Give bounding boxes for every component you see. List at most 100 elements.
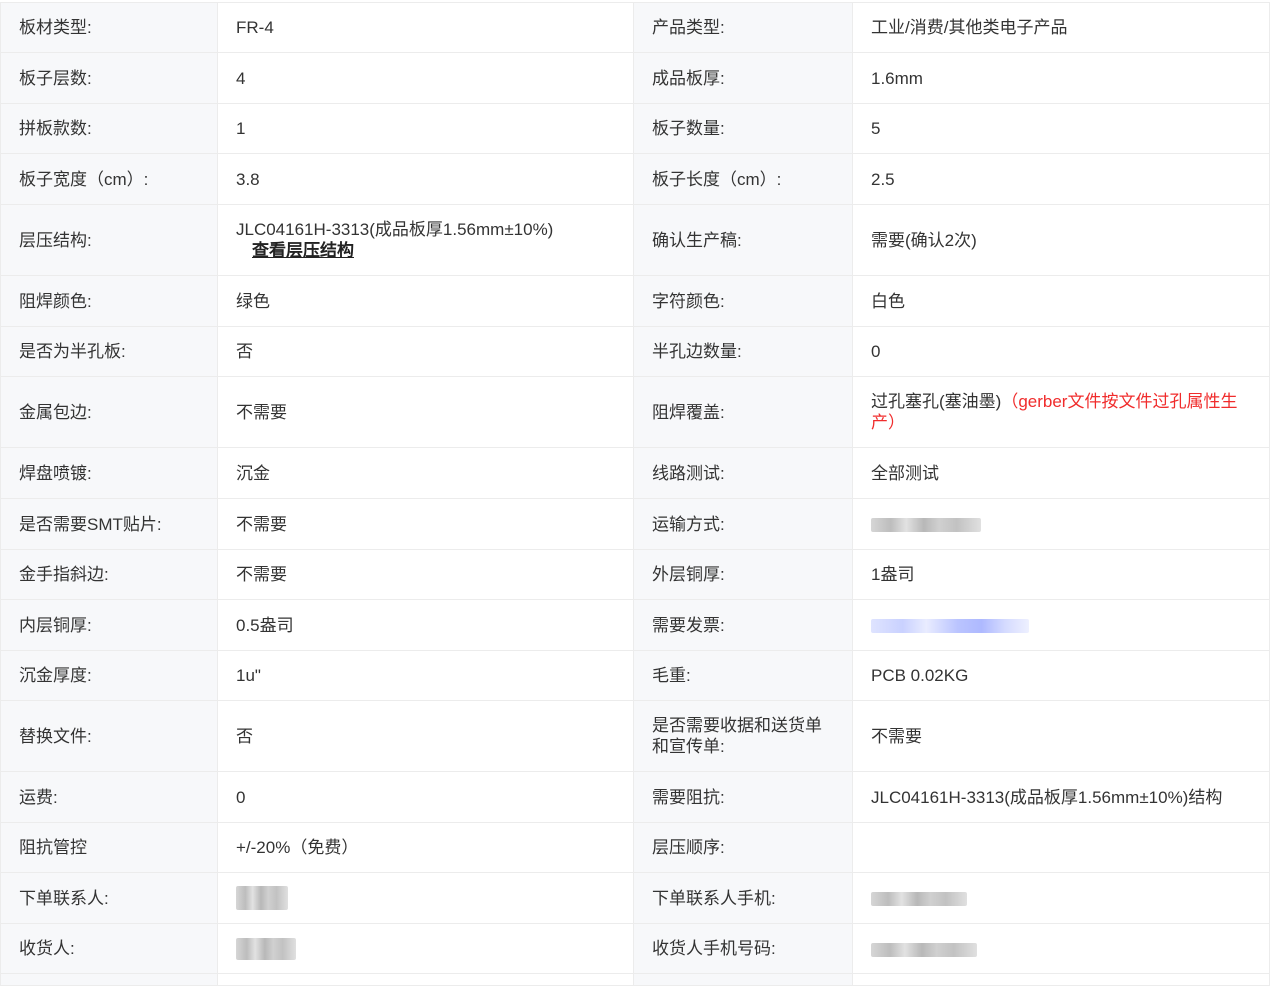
table-row: 阻焊颜色: 绿色 字符颜色: 白色 [0, 275, 1270, 327]
spec-label: 收货人手机号码: [633, 923, 853, 974]
spec-label: 毛重: [633, 650, 853, 701]
spec-value: 4 [217, 52, 634, 104]
spec-label: 是否需要收据和送货单和宣传单: [633, 700, 853, 772]
spec-value: 需要(确认2次) [852, 204, 1270, 276]
spec-value: 0 [217, 771, 634, 823]
spec-value: 1盎司 [852, 549, 1270, 600]
spec-label: 板材类型: [0, 2, 218, 53]
spec-value: 3.8 [217, 153, 634, 205]
spec-label: 字符颜色: [633, 275, 853, 327]
spec-value: 工业/消费/其他类电子产品 [852, 2, 1270, 53]
spec-label: 层压结构: [0, 204, 218, 276]
spec-label: 板子数量: [633, 103, 853, 154]
spec-label: 外层铜厚: [633, 549, 853, 600]
table-row: 是否需要SMT贴片: 不需要 运输方式: [0, 498, 1270, 550]
spec-label: 板子长度（cm）: [633, 153, 853, 205]
table-row: 板材类型: FR-4 产品类型: 工业/消费/其他类电子产品 [0, 2, 1270, 53]
spec-label: 收货人: [0, 923, 218, 974]
spec-label: 产品类型: [633, 2, 853, 53]
spec-label: 层压顺序: [633, 822, 853, 873]
spec-value: JLC04161H-3313(成品板厚1.56mm±10%) 查看层压结构 [217, 204, 634, 276]
redacted-order-contact [236, 886, 288, 910]
solder-mask-cover-value: 过孔塞孔(塞油墨) [871, 392, 1002, 411]
spec-label: 阻焊覆盖: [633, 376, 853, 448]
spec-label: 拼板款数: [0, 103, 218, 154]
redacted-order-contact-phone [871, 892, 967, 907]
spec-label: 确认生产稿: [633, 204, 853, 276]
spec-value: 否 [217, 326, 634, 377]
table-row: 层压结构: JLC04161H-3313(成品板厚1.56mm±10%) 查看层… [0, 204, 1270, 276]
redacted-invoice [871, 619, 1029, 634]
table-row: 阻抗管控 +/-20%（免费） 层压顺序: [0, 822, 1270, 873]
spec-label: 沉金厚度: [0, 650, 218, 701]
spec-label: 板子层数: [0, 52, 218, 104]
spec-label: 焊盘喷镀: [0, 447, 218, 499]
spec-value: 不需要 [852, 700, 1270, 772]
spec-value: 5 [852, 103, 1270, 154]
spec-value: 2.5 [852, 153, 1270, 205]
table-row: 运费: 0 需要阻抗: JLC04161H-3313(成品板厚1.56mm±10… [0, 771, 1270, 823]
spec-value: 1u" [217, 650, 634, 701]
spec-label: 半孔边数量: [633, 326, 853, 377]
spec-label: 阻焊颜色: [0, 275, 218, 327]
spec-label: 金手指斜边: [0, 549, 218, 600]
spec-value: 1.6mm [852, 52, 1270, 104]
spec-value: 0.5盎司 [217, 599, 634, 651]
spec-label: 内层铜厚: [0, 599, 218, 651]
spec-value: 0 [852, 326, 1270, 377]
spec-label: 是否为半孔板: [0, 326, 218, 377]
spec-label: 需要发票: [633, 599, 853, 651]
spec-value: 否 [217, 700, 634, 772]
laminate-structure-value: JLC04161H-3313(成品板厚1.56mm±10%) [236, 220, 554, 239]
table-row: 沉金厚度: 1u" 毛重: PCB 0.02KG [0, 650, 1270, 701]
spec-value: 不需要 [217, 376, 634, 448]
spec-value: 过孔塞孔(塞油墨)（gerber文件按文件过孔属性生产） [852, 376, 1270, 448]
table-row: 金手指斜边: 不需要 外层铜厚: 1盎司 [0, 549, 1270, 600]
spec-value: 全部测试 [852, 447, 1270, 499]
spec-value: 白色 [852, 275, 1270, 327]
spec-label: 下单联系人手机: [633, 872, 853, 924]
spec-label [633, 973, 853, 986]
order-contact-value [217, 872, 634, 924]
spec-label: 运费: [0, 771, 218, 823]
table-row: 是否为半孔板: 否 半孔边数量: 0 [0, 326, 1270, 377]
spec-value: 不需要 [217, 549, 634, 600]
spec-value [217, 973, 634, 986]
spec-label: 成品板厚: [633, 52, 853, 104]
table-row: 板子层数: 4 成品板厚: 1.6mm [0, 52, 1270, 104]
view-laminate-structure-link[interactable]: 查看层压结构 [236, 240, 615, 261]
table-row: 金属包边: 不需要 阻焊覆盖: 过孔塞孔(塞油墨)（gerber文件按文件过孔属… [0, 376, 1270, 448]
spec-value: 1 [217, 103, 634, 154]
spec-label: 金属包边: [0, 376, 218, 448]
shipping-method-value [852, 498, 1270, 550]
table-row: 板子宽度（cm）: 3.8 板子长度（cm）: 2.5 [0, 153, 1270, 205]
spec-label: 是否需要SMT贴片: [0, 498, 218, 550]
spec-label [0, 973, 218, 986]
spec-label: 需要阻抗: [633, 771, 853, 823]
table-row: 收货人: 收货人手机号码: [0, 923, 1270, 974]
order-contact-phone-value [852, 872, 1270, 924]
table-row: 焊盘喷镀: 沉金 线路测试: 全部测试 [0, 447, 1270, 499]
order-spec-table: 板材类型: FR-4 产品类型: 工业/消费/其他类电子产品 板子层数: 4 成… [0, 2, 1270, 986]
receiver-phone-value [852, 923, 1270, 974]
table-row: 拼板款数: 1 板子数量: 5 [0, 103, 1270, 154]
spec-value: 不需要 [217, 498, 634, 550]
spec-label: 阻抗管控 [0, 822, 218, 873]
spec-value [852, 822, 1270, 873]
redacted-shipping-method [871, 518, 981, 533]
spec-value: +/-20%（免费） [217, 822, 634, 873]
spec-value [852, 973, 1270, 986]
impedance-value: JLC04161H-3313(成品板厚1.56mm±10%)结构 [871, 787, 1223, 807]
spec-label: 运输方式: [633, 498, 853, 550]
table-row: 替换文件: 否 是否需要收据和送货单和宣传单: 不需要 [0, 700, 1270, 772]
spec-label: 下单联系人: [0, 872, 218, 924]
redacted-receiver [236, 937, 296, 960]
receiver-value [217, 923, 634, 974]
spec-value: FR-4 [217, 2, 634, 53]
spec-value: PCB 0.02KG [852, 650, 1270, 701]
spec-value: JLC04161H-3313(成品板厚1.56mm±10%)结构 [852, 771, 1270, 823]
table-row: 下单联系人: 下单联系人手机: [0, 872, 1270, 924]
table-row [0, 973, 1270, 986]
invoice-value [852, 599, 1270, 651]
spec-value: 沉金 [217, 447, 634, 499]
